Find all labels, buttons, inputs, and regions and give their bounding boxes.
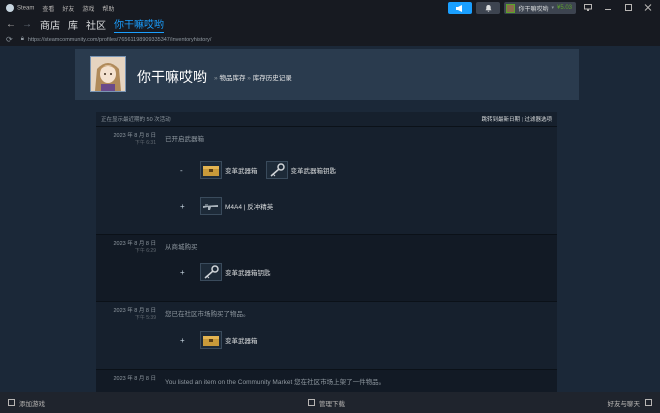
steam-logo-icon [6,4,14,12]
menu-games[interactable]: 游戏 [82,4,94,13]
lock-icon: 🔒︎ [20,36,24,42]
nav-profile[interactable]: 你干嘛哎哟 [114,16,164,34]
forward-arrow-icon[interactable]: → [22,19,32,30]
item-change-line: - 变革武器箱 变革武器箱钥匙 [180,161,344,179]
chat-icon [645,399,652,406]
history-description: 您已在社区市场购买了物品。 [165,311,250,318]
url-bar: ⟳ 🔒︎ https://steamcommunity.com/profiles… [0,33,660,46]
nav-store[interactable]: 商店 [40,17,60,32]
item-change-line: + 变革武器箱 [180,331,266,349]
removed-sign: - [180,165,183,175]
main-nav: ← → 商店 库 社区 你干嘛哎哟 [0,16,660,34]
history-description: 从商城购买 [165,244,198,251]
nav-community[interactable]: 社区 [86,17,106,32]
url-text[interactable]: https://steamcommunity.com/profiles/7656… [28,37,212,43]
breadcrumb-inventory[interactable]: 物品库存 [219,75,245,82]
account-username: 你干嘛哎哟 [518,6,549,13]
filter-options-link[interactable]: 过滤器选项 [524,117,552,123]
monitor-icon[interactable] [580,3,596,13]
item-change-line: + 变革武器箱钥匙 [180,263,279,281]
manage-downloads-button[interactable]: 管理下载 [308,398,345,408]
breadcrumb: » 物品库存 » 库存历史记录 [214,75,292,82]
history-item[interactable]: 变革武器箱钥匙 [265,161,336,179]
menu-help[interactable]: 帮助 [102,4,114,13]
reload-icon[interactable]: ⟳ [6,35,13,44]
history-row: 2023 年 8 月 8 日 下午 6:29 从商城购买 + 变革武器箱钥匙 [96,234,557,301]
announcements-button[interactable] [448,2,473,14]
maximize-icon[interactable] [620,3,636,13]
history-item[interactable]: 变革武器箱 [200,161,258,179]
add-game-button[interactable]: 添加游戏 [8,398,45,408]
download-icon [308,399,315,406]
nav-library[interactable]: 库 [68,17,78,32]
profile-avatar[interactable] [90,56,126,92]
history-row: 2023 年 8 月 8 日 下午 6:31 已开启武器箱 - 变革武器箱 变革… [96,126,557,234]
history-description: 已开启武器箱 [165,136,204,143]
history-date: 2023 年 8 月 8 日 下午 6:29 [113,241,157,254]
back-arrow-icon[interactable]: ← [6,19,16,30]
history-header: 正在显示最近期的 50 次活动 跳转到最新日期 | 过滤器选项 [101,117,552,123]
title-bar: Steam 查看 好友 游戏 帮助 你干嘛哎哟 ▾ ¥5.03 [0,0,660,16]
close-icon[interactable] [640,3,656,13]
history-row: 2023 年 8 月 8 日 You listed an item on the… [96,369,557,393]
menu-friends[interactable]: 好友 [62,4,74,13]
steam-menu[interactable]: Steam [6,4,34,12]
plus-square-icon [8,399,15,406]
history-row: 2023 年 8 月 8 日 下午 5:39 您已在社区市场购买了物品。 + 变… [96,301,557,369]
crate-icon [200,331,222,349]
history-date: 2023 年 8 月 8 日 下午 5:39 [113,308,157,321]
friends-chat-button[interactable]: 好友与聊天 [608,398,652,408]
history-item[interactable]: 变革武器箱 [200,331,258,349]
history-item[interactable]: M4A4 | 反冲精英 [200,197,273,215]
item-change-line: + M4A4 | 反冲精英 [180,197,281,215]
profile-header: 你干嘛哎哟 » 物品库存 » 库存历史记录 [75,49,579,100]
crate-icon [200,161,222,179]
inventory-history-panel: 正在显示最近期的 50 次活动 跳转到最新日期 | 过滤器选项 2023 年 8… [96,112,557,393]
bell-icon [485,4,492,12]
wallet-balance: ¥5.03 [556,5,572,11]
jump-to-date-link[interactable]: 跳转到最新日期 [481,117,520,123]
bottom-bar: 添加游戏 管理下载 好友与聊天 [0,392,660,413]
history-item[interactable]: 变革武器箱钥匙 [200,263,271,281]
history-description: You listed an item on the Community Mark… [165,379,386,386]
history-count-text: 正在显示最近期的 50 次活动 [101,117,171,123]
added-sign: + [180,335,185,345]
rifle-icon [200,197,222,215]
key-icon [265,161,288,179]
breadcrumb-history: 库存历史记录 [252,75,292,82]
added-sign: + [180,201,185,211]
notifications-button[interactable] [476,2,501,14]
avatar [506,3,516,13]
profile-name[interactable]: 你干嘛哎哟 [137,67,207,87]
history-date: 2023 年 8 月 8 日 [113,376,157,382]
minimize-icon[interactable] [600,4,616,13]
chevron-down-icon: ▾ [551,5,554,11]
key-icon [200,263,222,281]
account-menu-button[interactable]: 你干嘛哎哟 ▾ ¥5.03 [504,2,576,14]
history-date: 2023 年 8 月 8 日 下午 6:31 [113,133,157,146]
added-sign: + [180,267,185,277]
megaphone-icon [456,4,463,12]
menu-view[interactable]: 查看 [42,4,54,13]
